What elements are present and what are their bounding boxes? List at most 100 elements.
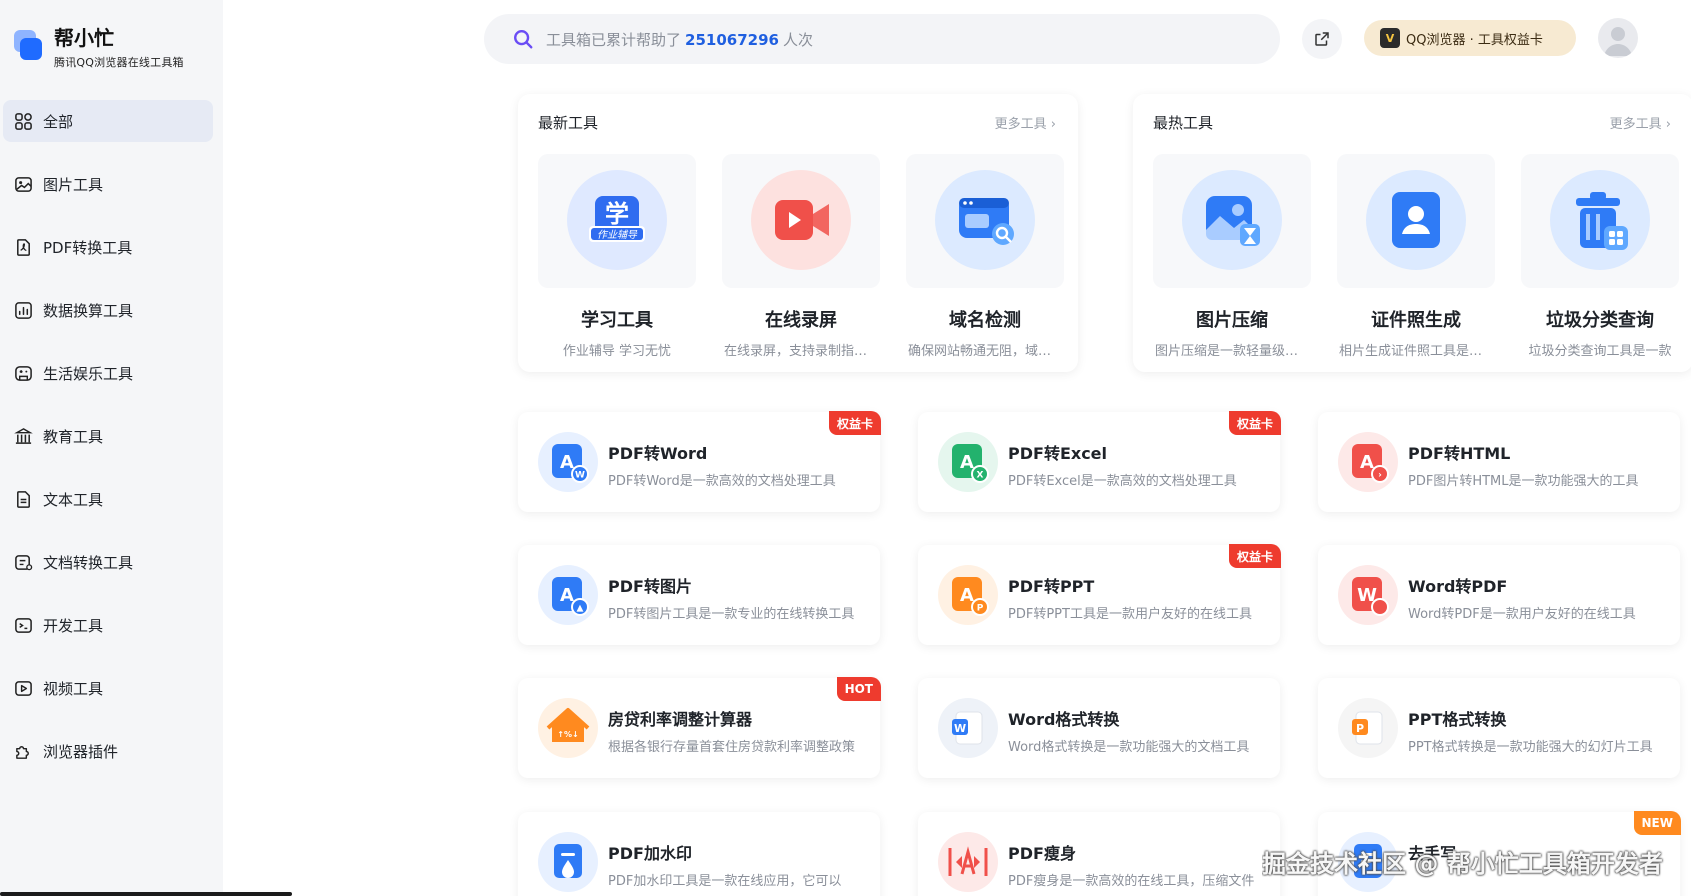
card-title: PDF转Word: [608, 444, 708, 463]
tool-card[interactable]: ↑%↓ 房贷利率调整计算器根据各银行存量首套住房贷款利率调整政策 HOT: [518, 677, 881, 778]
tool-name: 证件照生成: [1371, 310, 1461, 331]
card-desc: PPT格式转换是一款功能强大的幻灯片工具: [1408, 740, 1653, 755]
tool-desc: 在线录屏，支持录制指定区域: [724, 344, 880, 359]
qq-benefit-label: QQ浏览器 · 工具权益卡: [1406, 32, 1543, 48]
ppt-format-icon: P: [1338, 698, 1398, 758]
study-icon: 学作业辅导: [567, 170, 667, 270]
card-desc: 根据各银行存量首套住房贷款利率调整政策: [608, 740, 856, 755]
image-compress-icon: [1182, 170, 1282, 270]
share-button[interactable]: [1302, 19, 1342, 59]
svg-text:A: A: [960, 585, 974, 606]
avatar[interactable]: [1598, 18, 1638, 58]
tool-tile[interactable]: 图片压缩 图片压缩是一款轻量级工具: [1153, 154, 1311, 359]
sidebar-item-label: 生活娱乐工具: [43, 364, 134, 383]
card-desc: PDF加水印工具是一款在线应用，它可以: [608, 874, 842, 889]
sidebar-item-label: 浏览器插件: [43, 742, 119, 761]
gamepad-icon: [13, 363, 33, 383]
hottest-tools-panel: 最热工具 更多工具 › 图片压缩 图片压缩是一款轻量级工具 证件照生成 相片生成证件照工具…: [1133, 94, 1691, 372]
tool-card[interactable]: PDF瘦身 PDF瘦身是一款高效的在线工具，压缩文件: [918, 812, 1280, 896]
brand[interactable]: 帮小忙 腾讯QQ浏览器在线工具箱: [14, 24, 184, 70]
share-icon: [1315, 32, 1329, 46]
sidebar-item-10[interactable]: 浏览器插件: [3, 730, 213, 772]
sidebar-item-label: 数据换算工具: [43, 301, 134, 320]
brand-title: 帮小忙: [54, 26, 114, 50]
sidebar-item-3[interactable]: 数据换算工具: [3, 289, 213, 331]
card-badge: NEW: [1633, 811, 1681, 835]
tool-thumbnail: 学作业辅导: [538, 154, 696, 288]
tool-card[interactable]: A ▲ PDF转图片 PDF转图片工具是一款专业的在线转换工具: [518, 545, 880, 645]
sidebar-item-6[interactable]: 文本工具: [3, 478, 213, 520]
svg-text:P: P: [977, 604, 984, 614]
tool-thumbnail: [1337, 154, 1495, 288]
card-badge: HOT: [836, 677, 881, 701]
tool-name: 图片压缩: [1196, 310, 1268, 331]
svg-text:↑%↓: ↑%↓: [557, 730, 578, 739]
tool-card[interactable]: A X PDF转Excel PDF转Excel是一款高效的文档处理工具 权益卡: [918, 411, 1281, 512]
card-title: 房贷利率调整计算器: [608, 710, 753, 729]
more-tools-link[interactable]: 更多工具 ›: [995, 113, 1056, 132]
tool-name: 学习工具: [581, 310, 653, 331]
card-title: PDF转PPT: [1008, 577, 1095, 596]
tool-card[interactable]: A P PDF转PPT PDF转PPT工具是一款用户友好的在线工具 权益卡: [918, 544, 1281, 645]
tool-card[interactable]: A › PDF转HTML PDF图片转HTML是一款功能强大的工具: [1318, 412, 1680, 512]
sidebar-item-9[interactable]: 视频工具: [3, 667, 213, 709]
tool-desc: 相片生成证件照工具是一款: [1339, 344, 1495, 359]
pdf-excel-icon: AX: [938, 432, 998, 492]
image-icon: [13, 174, 33, 194]
sidebar-item-2[interactable]: PDF转换工具: [3, 226, 213, 268]
card-desc: PDF转Excel是一款高效的文档处理工具: [1008, 474, 1237, 489]
qq-benefit-card-button[interactable]: V QQ浏览器 · 工具权益卡: [1364, 20, 1576, 56]
puzzle-icon: [13, 741, 33, 761]
card-title: PDF加水印: [608, 844, 692, 863]
tool-thumbnail: [906, 154, 1064, 288]
panel-title: 最新工具: [538, 114, 599, 132]
doc-convert-icon: [13, 552, 33, 572]
tool-tile[interactable]: 学作业辅导 学习工具 作业辅导 学习无忧: [538, 154, 696, 359]
sidebar-item-label: PDF转换工具: [43, 238, 133, 257]
svg-text:W: W: [954, 722, 966, 735]
svg-text:W: W: [575, 471, 585, 481]
card-title: PDF转HTML: [1408, 444, 1511, 463]
sidebar-item-label: 教育工具: [43, 427, 104, 446]
sidebar-item-label: 图片工具: [43, 175, 104, 194]
tool-name: 在线录屏: [765, 310, 837, 331]
more-tools-link[interactable]: 更多工具 ›: [1610, 113, 1671, 132]
horizontal-scrollbar[interactable]: [0, 892, 292, 896]
tool-tile[interactable]: 证件照生成相片生成证件照工具是一款: [1337, 154, 1495, 359]
brand-logo-icon: [14, 30, 42, 64]
sidebar-item-label: 开发工具: [43, 616, 104, 635]
school-icon: [13, 426, 33, 446]
text-icon: [13, 489, 33, 509]
search-icon: [514, 30, 533, 49]
tool-card[interactable]: P PPT格式转换 PPT格式转换是一款功能强大的幻灯片工具: [1318, 678, 1680, 778]
card-title: Word转PDF: [1408, 577, 1508, 596]
tool-tile[interactable]: 垃圾分类查询 垃圾分类查询工具是一款: [1521, 154, 1679, 359]
qq-browser-icon: V: [1380, 28, 1400, 48]
sidebar-item-0[interactable]: 全部: [3, 100, 213, 142]
tool-thumbnail: [1521, 154, 1679, 288]
tool-tile[interactable]: 在线录屏在线录屏，支持录制指定区域: [722, 154, 880, 359]
grid-icon: [13, 111, 33, 131]
svg-text:学: 学: [605, 200, 629, 228]
card-badge: 权益卡: [1228, 411, 1281, 435]
tool-card[interactable]: A W PDF转Word PDF转Word是一款高效的文档处理工具 权益卡: [518, 411, 881, 512]
sidebar-item-5[interactable]: 教育工具: [3, 415, 213, 457]
sidebar-item-label: 文档转换工具: [43, 553, 134, 572]
tool-card[interactable]: PDF加水印 PDF加水印工具是一款在线应用，它可以: [518, 812, 880, 896]
sidebar-item-8[interactable]: 开发工具: [3, 604, 213, 646]
tool-card[interactable]: W Word转PDF Word转PDF是一款用户友好的在线工具: [1318, 545, 1680, 645]
search-bar[interactable]: 工具箱已累计帮助了 251067296 人次: [484, 14, 1280, 64]
brand-subtitle: 腾讯QQ浏览器在线工具箱: [54, 56, 184, 69]
tool-thumbnail: [722, 154, 880, 288]
search-placeholder: 工具箱已累计帮助了 251067296 人次: [546, 30, 813, 49]
id-photo-icon: [1366, 170, 1466, 270]
card-title: PPT格式转换: [1408, 710, 1507, 729]
svg-text:A: A: [560, 585, 574, 606]
sidebar-item-7[interactable]: 文档转换工具: [3, 541, 213, 583]
pdf-ppt-icon: AP: [938, 565, 998, 625]
svg-text:P: P: [1356, 722, 1364, 735]
tool-card[interactable]: W Word格式转换 Word格式转换是一款功能强大的文档工具: [918, 678, 1280, 778]
sidebar-item-1[interactable]: 图片工具: [3, 163, 213, 205]
tool-tile[interactable]: 域名检测 确保网站畅通无阻，域名检测: [906, 154, 1064, 359]
sidebar-item-4[interactable]: 生活娱乐工具: [3, 352, 213, 394]
